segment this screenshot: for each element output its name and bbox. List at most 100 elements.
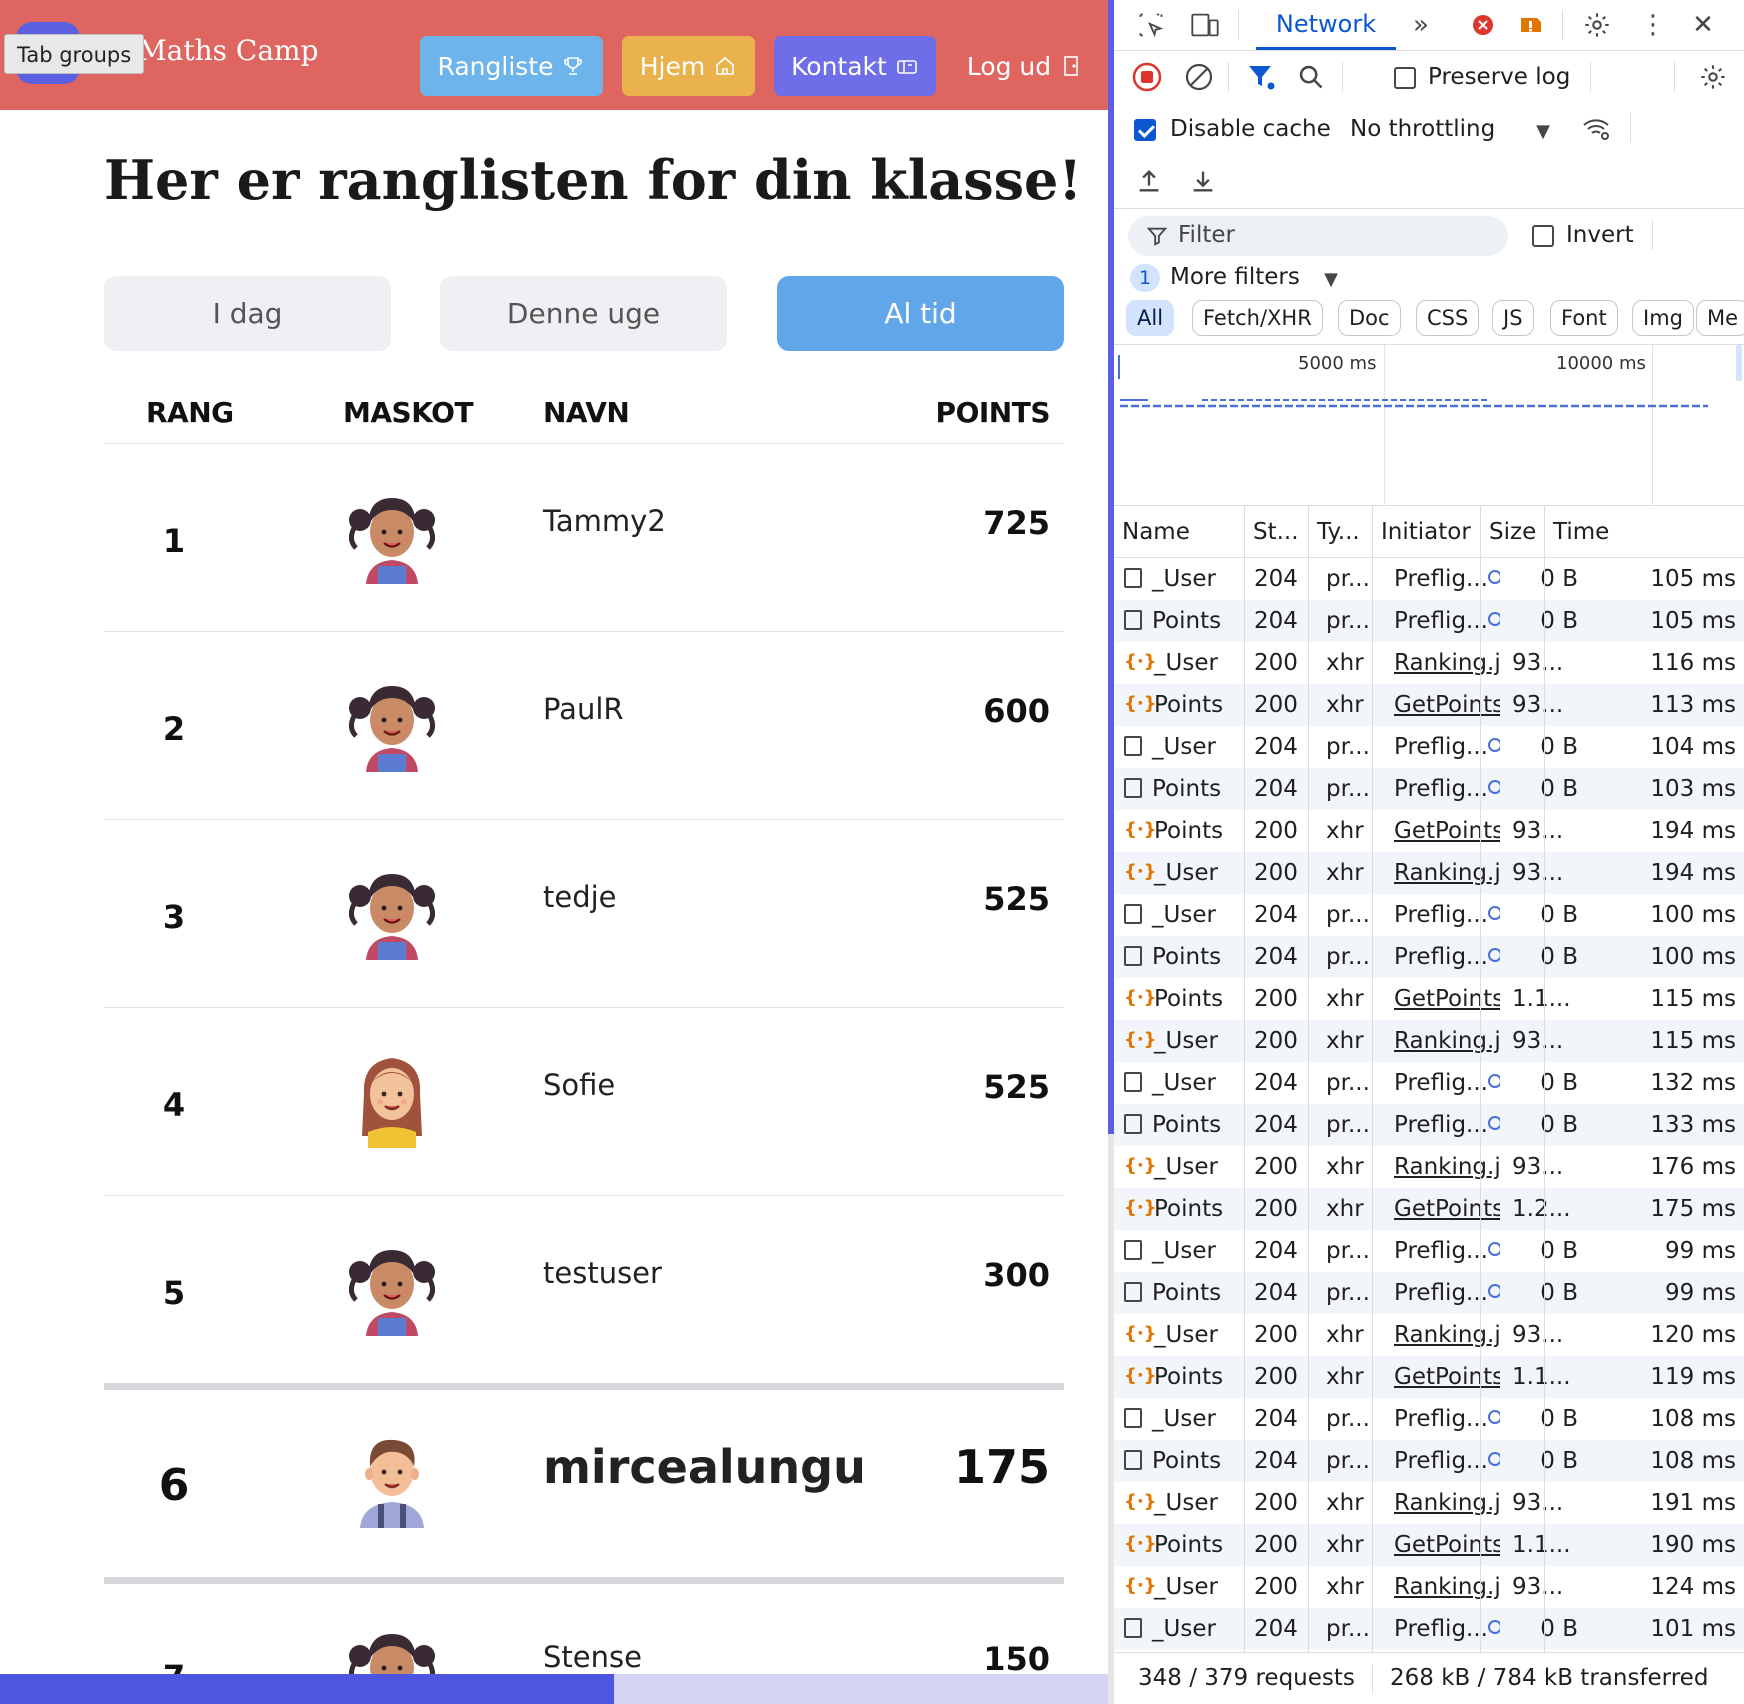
preflight-link-icon[interactable] [1488, 1116, 1500, 1130]
error-count-icon[interactable] [1466, 8, 1500, 42]
request-initiator[interactable]: Ranking.js [1394, 1566, 1500, 1608]
request-initiator[interactable]: GetPoints [1394, 1356, 1500, 1398]
request-initiator[interactable]: GetPoints [1394, 1524, 1500, 1566]
inspect-element-icon[interactable] [1134, 8, 1168, 42]
filter-chip-css[interactable]: CSS [1416, 300, 1480, 336]
network-conditions-icon[interactable] [1580, 112, 1614, 146]
filter-chip-font[interactable]: Font [1550, 300, 1618, 336]
column-header-time[interactable]: Time [1544, 506, 1744, 558]
filter-input[interactable]: Filter [1128, 216, 1508, 256]
request-row[interactable]: {·}Points 200 xhr GetPoints 93... 194 ms [1114, 810, 1744, 852]
logout-button[interactable]: Log ud [960, 36, 1090, 96]
kontakt-button[interactable]: Kontakt [774, 36, 936, 96]
preflight-link-icon[interactable] [1488, 570, 1500, 584]
tab-denne-uge[interactable]: Denne uge [440, 276, 727, 351]
column-header-name[interactable]: Name [1114, 506, 1244, 558]
request-initiator[interactable]: Ranking.js [1394, 852, 1500, 894]
request-row[interactable]: {·}_User200xhrRanking.js93...115 ms [1114, 1020, 1744, 1062]
filter-chip-doc[interactable]: Doc [1338, 300, 1401, 336]
request-row[interactable]: _User 204 pr... Preflig... 0 B 105 ms [1114, 558, 1744, 600]
preserve-log-label[interactable]: Preserve log [1428, 64, 1570, 90]
dropdown-arrow-icon[interactable]: ▼ [1314, 262, 1348, 296]
request-row[interactable]: Points 204 pr... Preflig... 0 B 100 ms [1114, 936, 1744, 978]
network-settings-gear-icon[interactable] [1696, 60, 1730, 94]
import-har-icon[interactable] [1132, 164, 1166, 198]
request-initiator[interactable]: Ranking.js [1394, 1146, 1500, 1188]
preflight-link-icon[interactable] [1488, 612, 1500, 626]
tab-al-tid[interactable]: Al tid [777, 276, 1064, 351]
device-toolbar-icon[interactable] [1188, 8, 1222, 42]
dropdown-arrow-icon[interactable]: ▼ [1526, 114, 1560, 148]
preflight-link-icon[interactable] [1488, 1074, 1500, 1088]
preflight-link-icon[interactable] [1488, 948, 1500, 962]
tab-i-dag[interactable]: I dag [104, 276, 391, 351]
request-row[interactable]: _User 204 pr... Preflig... 0 B 101 ms [1114, 1608, 1744, 1650]
request-row[interactable]: Points 204 pr... Preflig... 0 B 105 ms [1114, 600, 1744, 642]
network-overview-timeline[interactable]: 5000 ms 10000 ms [1114, 344, 1744, 506]
preflight-link-icon[interactable] [1488, 1452, 1500, 1466]
request-row[interactable]: Points 204 pr... Preflig... 0 B 108 ms [1114, 1440, 1744, 1482]
request-row[interactable]: Points 204 pr... Preflig... 0 B 99 ms [1114, 1272, 1744, 1314]
column-header-type[interactable]: Ty... [1308, 506, 1372, 558]
request-initiator[interactable]: Ranking.js [1394, 1314, 1500, 1356]
preflight-link-icon[interactable] [1488, 1620, 1500, 1634]
request-initiator[interactable]: GetPoints [1394, 684, 1500, 726]
request-row[interactable]: {·}Points 200 xhr GetPoints 1.1... 115 ms [1114, 978, 1744, 1020]
preserve-log-checkbox[interactable] [1394, 67, 1416, 89]
filter-funnel-icon[interactable] [1244, 60, 1278, 94]
record-stop-icon[interactable] [1130, 60, 1164, 94]
request-row[interactable]: {·}_User200xhrRanking.js93...194 ms [1114, 852, 1744, 894]
invert-checkbox[interactable] [1532, 225, 1554, 247]
request-initiator[interactable]: GetPoints [1394, 810, 1500, 852]
request-row[interactable]: _User 204 pr... Preflig... 0 B 99 ms [1114, 1230, 1744, 1272]
horizontal-scrollbar[interactable] [0, 1674, 1108, 1704]
hjem-button[interactable]: Hjem [622, 36, 755, 96]
filter-chip-fetchxhr[interactable]: Fetch/XHR [1192, 300, 1323, 336]
filter-chip-all[interactable]: All [1126, 300, 1175, 336]
column-header-size[interactable]: Size [1480, 506, 1544, 558]
scrollbar-thumb[interactable] [0, 1674, 614, 1704]
request-initiator[interactable]: Ranking.js [1394, 1020, 1500, 1062]
rangliste-button[interactable]: Rangliste [420, 36, 603, 96]
column-header-initiator[interactable]: Initiator [1372, 506, 1480, 558]
filter-chip-me[interactable]: Me [1696, 300, 1744, 336]
preflight-link-icon[interactable] [1488, 906, 1500, 920]
request-initiator[interactable]: GetPoints [1394, 978, 1500, 1020]
request-row[interactable]: _User 204 pr... Preflig... 0 B 108 ms [1114, 1398, 1744, 1440]
request-row[interactable]: _User 204 pr... Preflig... 0 B 100 ms [1114, 894, 1744, 936]
search-icon[interactable] [1294, 60, 1328, 94]
disable-cache-checkbox[interactable] [1134, 119, 1156, 141]
request-row[interactable]: {·}_User200xhrRanking.js93...191 ms [1114, 1482, 1744, 1524]
request-initiator[interactable]: Ranking.js [1394, 1482, 1500, 1524]
preflight-link-icon[interactable] [1488, 1410, 1500, 1424]
throttling-select[interactable]: No throttling [1350, 116, 1495, 142]
timeline-handle-left[interactable] [1118, 355, 1120, 379]
more-filters-button[interactable]: More filters [1170, 264, 1300, 290]
warning-count-icon[interactable] [1514, 8, 1548, 42]
request-row[interactable]: {·}Points 200 xhr GetPoints 93... 113 ms [1114, 684, 1744, 726]
request-row[interactable]: {·}Points 200 xhr GetPoints 1.1... 119 ms [1114, 1356, 1744, 1398]
tab-network[interactable]: Network [1256, 0, 1396, 50]
settings-gear-icon[interactable] [1580, 8, 1614, 42]
filter-chip-img[interactable]: Img [1632, 300, 1694, 336]
request-row[interactable]: {·}_User200xhrRanking.js93...176 ms [1114, 1146, 1744, 1188]
disable-cache-label[interactable]: Disable cache [1170, 116, 1331, 142]
request-initiator[interactable]: Ranking.js [1394, 642, 1500, 684]
preflight-link-icon[interactable] [1488, 1284, 1500, 1298]
request-row[interactable]: {·}Points 200 xhr GetPoints 1.2... 175 ms [1114, 1188, 1744, 1230]
clear-icon[interactable] [1182, 60, 1216, 94]
request-row[interactable]: {·}Points 200 xhr GetPoints 1.1... 190 ms [1114, 1524, 1744, 1566]
timeline-handle-right[interactable] [1736, 345, 1742, 381]
preflight-link-icon[interactable] [1488, 738, 1500, 752]
column-header-status[interactable]: St... [1244, 506, 1308, 558]
request-row[interactable]: {·}_User200xhrRanking.js93...116 ms [1114, 642, 1744, 684]
export-har-icon[interactable] [1186, 164, 1220, 198]
request-row[interactable]: {·}_User200xhrRanking.js93...120 ms [1114, 1314, 1744, 1356]
preflight-link-icon[interactable] [1488, 780, 1500, 794]
preflight-link-icon[interactable] [1488, 1242, 1500, 1256]
request-row[interactable]: {·}_User200xhrRanking.js93...124 ms [1114, 1566, 1744, 1608]
request-row[interactable]: _User 204 pr... Preflig... 0 B 104 ms [1114, 726, 1744, 768]
request-row[interactable]: Points 204 pr... Preflig... 0 B 103 ms [1114, 768, 1744, 810]
kebab-menu-icon[interactable]: ⋮ [1636, 8, 1670, 42]
invert-label[interactable]: Invert [1566, 222, 1634, 248]
